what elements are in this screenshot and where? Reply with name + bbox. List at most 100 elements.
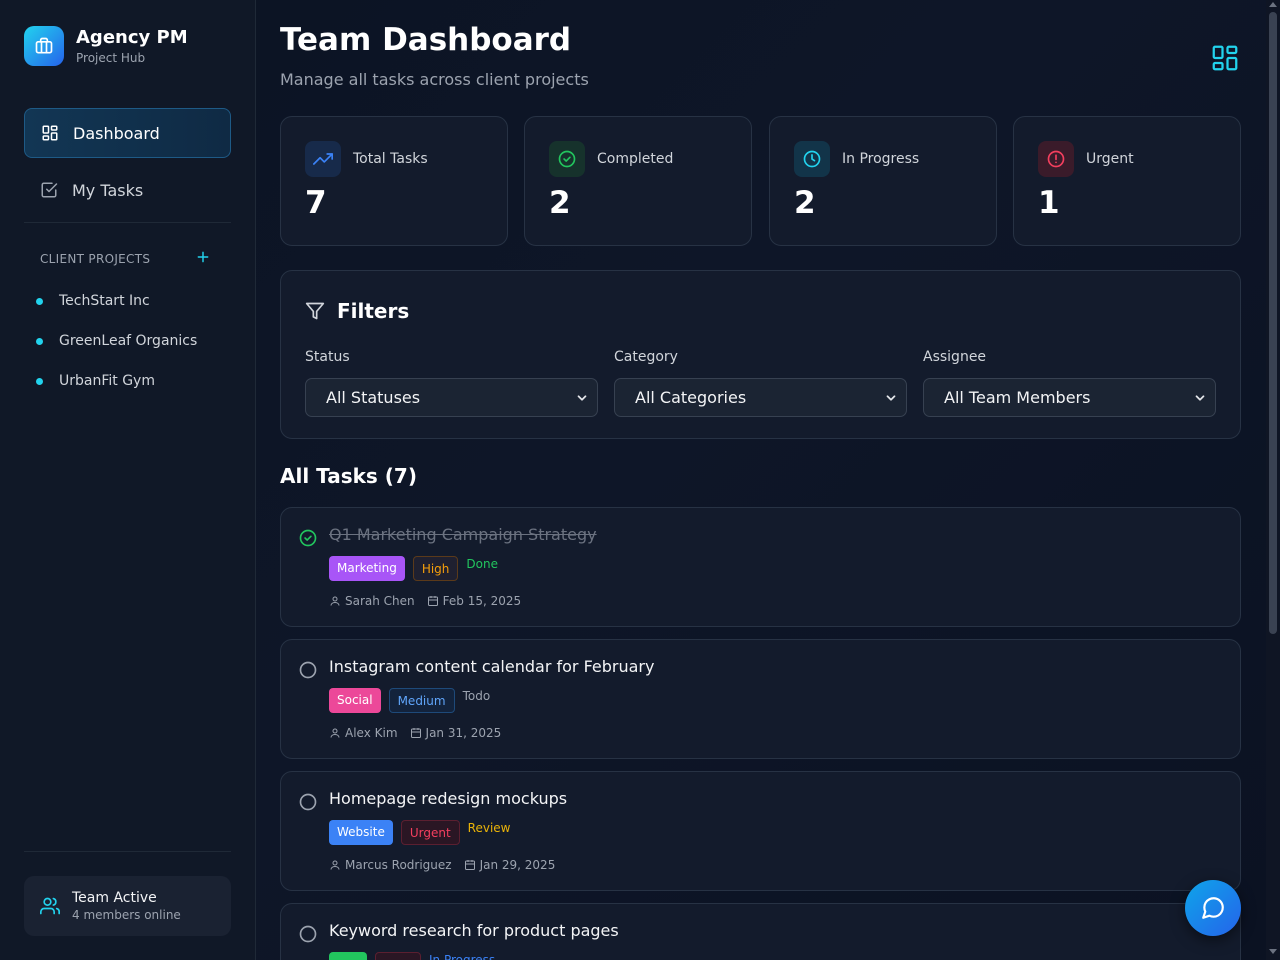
scroll-up-arrow[interactable] [1269,2,1277,7]
task-status: In Progress [429,953,496,960]
message-circle-icon [1202,897,1224,919]
main-content: Team Dashboard Manage all tasks across c… [256,0,1266,960]
task-priority-tag: Urgent [400,820,460,845]
filter-icon [305,301,325,321]
circle-icon[interactable] [298,924,318,944]
task-priority-tag [375,952,421,960]
trending-up-icon [305,141,341,177]
project-item-techstart[interactable]: TechStart Inc [36,291,150,311]
add-project-button[interactable] [194,250,212,268]
chevron-down-icon [884,391,898,405]
status-select[interactable]: All Statuses [305,378,598,417]
layout-grid-icon[interactable] [1210,43,1240,73]
filter-category: Category All Categories [614,349,907,417]
task-title: Q1 Marketing Campaign Strategy [329,525,597,544]
task-title: Instagram content calendar for February [329,657,655,676]
project-label: TechStart Inc [59,293,150,309]
assignee-select[interactable]: All Team Members [923,378,1216,417]
scroll-down-arrow[interactable] [1269,949,1277,954]
stat-label: Completed [597,151,674,167]
task-title: Homepage redesign mockups [329,789,568,808]
calendar-icon [427,595,439,607]
check-square-icon [40,181,58,199]
filter-assignee: Assignee All Team Members [923,349,1216,417]
stat-value: 1 [1038,185,1060,221]
task-status: Review [467,821,511,835]
calendar-icon [464,859,476,871]
filter-status-label: Status [305,349,350,365]
task-title: Keyword research for product pages [329,921,619,940]
nav-my-tasks-label: My Tasks [72,180,144,200]
task-card[interactable]: Homepage redesign mockups Website Urgent… [280,771,1241,891]
task-card[interactable]: Q1 Marketing Campaign Strategy Marketing… [280,507,1241,627]
task-assignee: Alex Kim [345,726,398,740]
task-card[interactable]: Keyword research for product pages In Pr… [280,903,1241,960]
project-dot [36,337,43,345]
alert-circle-icon [1038,141,1074,177]
task-priority-tag: High [412,556,459,581]
page-subtitle: Manage all tasks across client projects [280,70,589,89]
task-category-tag: Social [329,688,381,713]
stat-label: Total Tasks [353,151,428,167]
brand-title: Agency PM [76,26,188,48]
brand-subtitle: Project Hub [76,50,146,65]
task-status: Done [466,557,498,571]
page-title: Team Dashboard [280,22,572,58]
sidebar: Agency PM Project Hub Dashboard My Tasks… [0,0,256,960]
stat-value: 2 [549,185,571,221]
filters-panel: Filters Status All Statuses Category All… [280,270,1241,439]
filter-category-label: Category [614,349,678,365]
project-label: GreenLeaf Organics [59,333,198,349]
team-status: Team Active 4 members online [24,876,231,936]
stat-card-completed: Completed 2 [524,116,752,246]
project-dot [36,297,43,305]
stat-value: 2 [794,185,816,221]
category-select-value: All Categories [635,388,747,407]
task-assignee: Marcus Rodriguez [345,858,452,872]
tasks-heading: All Tasks (7) [280,464,417,488]
stat-card-urgent: Urgent 1 [1013,116,1241,246]
user-icon [329,859,341,871]
check-circle-icon[interactable] [298,528,318,548]
user-icon [329,595,341,607]
chevron-down-icon [575,391,589,405]
calendar-icon [410,727,422,739]
task-date: Jan 31, 2025 [425,726,502,740]
project-item-urbanfit[interactable]: UrbanFit Gym [36,371,155,391]
grid-icon [41,124,59,142]
stat-label: In Progress [842,151,920,167]
nav-my-tasks[interactable]: My Tasks [24,165,231,215]
assignee-select-value: All Team Members [944,388,1091,407]
category-select[interactable]: All Categories [614,378,907,417]
scroll-thumb[interactable] [1269,12,1277,634]
task-card[interactable]: Instagram content calendar for February … [280,639,1241,759]
circle-icon[interactable] [298,792,318,812]
team-subtitle: 4 members online [72,908,181,922]
task-priority-tag: Medium [388,688,455,713]
task-date: Feb 15, 2025 [442,594,522,608]
plus-icon [197,251,209,263]
nav-dashboard-label: Dashboard [73,123,160,143]
project-label: UrbanFit Gym [59,373,155,389]
filter-assignee-label: Assignee [923,349,987,365]
project-item-greenleaf[interactable]: GreenLeaf Organics [36,331,197,351]
chat-button[interactable] [1185,880,1241,936]
circle-icon[interactable] [298,660,318,680]
users-icon [40,896,60,916]
scrollbar[interactable] [1266,0,1280,960]
nav-dashboard[interactable]: Dashboard [24,108,231,158]
task-category-tag [329,952,367,960]
task-status: Todo [462,689,491,703]
client-projects-label: CLIENT PROJECTS [40,252,151,266]
stat-value: 7 [305,185,327,221]
sidebar-divider-bottom [24,851,231,852]
status-select-value: All Statuses [326,388,421,407]
filter-status: Status All Statuses [305,349,598,417]
user-icon [329,727,341,739]
stat-card-total: Total Tasks 7 [280,116,508,246]
filters-title: Filters [337,299,410,323]
project-dot [36,377,43,385]
chevron-down-icon [1193,391,1207,405]
task-assignee: Sarah Chen [345,594,415,608]
task-category-tag: Marketing [329,556,405,581]
